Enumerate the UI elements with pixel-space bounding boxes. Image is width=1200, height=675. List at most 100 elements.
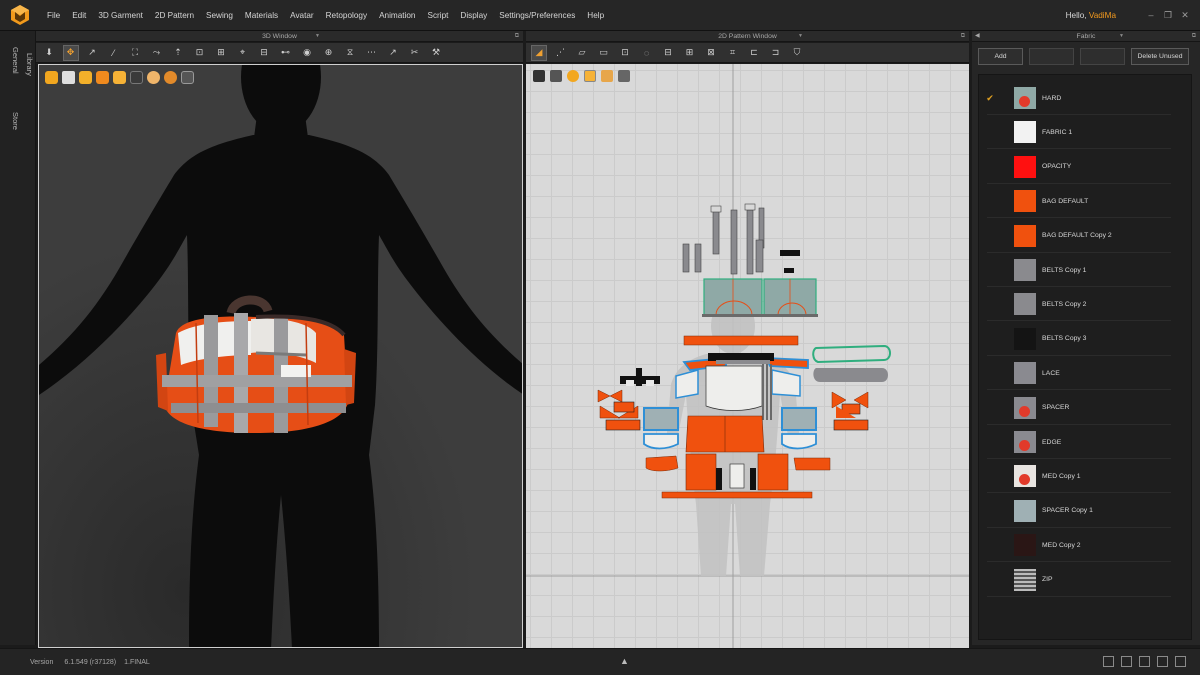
trim-icon[interactable]: ⚒: [428, 45, 444, 61]
fabric-item[interactable]: BELTS Copy 2: [979, 287, 1189, 322]
rectangle-icon[interactable]: ▭: [596, 45, 612, 61]
chevron-down-icon[interactable]: ▼: [315, 31, 320, 42]
chevron-down-icon[interactable]: ▼: [1119, 31, 1124, 42]
minimize-icon[interactable]: –: [1144, 9, 1158, 21]
fabric-item[interactable]: BAG DEFAULT: [979, 184, 1189, 219]
menu-settings[interactable]: Settings/Preferences: [493, 11, 581, 20]
layout-tshirt-icon[interactable]: [1157, 656, 1168, 667]
avatar-measure-icon[interactable]: ⊕: [321, 45, 337, 61]
circle-icon[interactable]: ◌: [639, 45, 655, 61]
cut-icon[interactable]: ✂: [407, 45, 423, 61]
tab-library[interactable]: Library: [25, 53, 34, 76]
popout-icon[interactable]: ⧉: [515, 31, 519, 42]
fold-arrangement-icon[interactable]: ⊠: [703, 45, 719, 61]
edit-point-icon[interactable]: ⋰: [553, 45, 569, 61]
line-icon[interactable]: ⋯: [364, 45, 380, 61]
edit-sewing-icon[interactable]: ⊐: [768, 45, 784, 61]
polygon-icon[interactable]: ▱: [574, 45, 590, 61]
menu-sewing[interactable]: Sewing: [200, 11, 239, 20]
export-view-icon[interactable]: [618, 70, 630, 82]
pattern-view-icon[interactable]: [533, 70, 545, 82]
export-icon[interactable]: [181, 71, 194, 84]
zipper-icon[interactable]: ⧖: [342, 45, 358, 61]
layout-avatar-icon[interactable]: [1175, 656, 1186, 667]
tab-general[interactable]: General: [11, 47, 20, 74]
menu-display[interactable]: Display: [454, 11, 493, 20]
popout-icon[interactable]: ⧉: [961, 31, 965, 42]
menu-3d-garment[interactable]: 3D Garment: [92, 11, 149, 20]
fabric-item[interactable]: FABRIC 1: [979, 115, 1189, 150]
delete-unused-button[interactable]: Delete Unused: [1131, 48, 1189, 65]
free-sewing-icon[interactable]: ⊞: [682, 45, 698, 61]
user-greeting[interactable]: Hello, VadiMa: [1066, 11, 1116, 20]
menu-help[interactable]: Help: [581, 11, 610, 20]
brush-icon[interactable]: ⁄: [106, 45, 122, 61]
layout-2d-icon[interactable]: [1139, 656, 1150, 667]
close-icon[interactable]: ✕: [1178, 9, 1192, 21]
select-mesh-icon[interactable]: ↗: [84, 45, 100, 61]
view-icon[interactable]: [130, 71, 143, 84]
grain-icon[interactable]: [164, 71, 177, 84]
2d-pattern-viewport[interactable]: [526, 64, 969, 648]
garment-icon[interactable]: ⛶: [127, 45, 143, 61]
menu-script[interactable]: Script: [421, 11, 454, 20]
fabric-item[interactable]: EDGE: [979, 425, 1189, 459]
fabric-item[interactable]: OPACITY: [979, 150, 1189, 184]
avatar-view-icon[interactable]: [601, 70, 613, 82]
menu-edit[interactable]: Edit: [66, 11, 92, 20]
expand-up-icon[interactable]: ▲: [620, 656, 629, 666]
fabric-item[interactable]: SPACER: [979, 391, 1189, 425]
measure-icon[interactable]: ⊞: [213, 45, 229, 61]
fit-icon[interactable]: ⊟: [256, 45, 272, 61]
avatar-display-icon[interactable]: [45, 71, 58, 84]
layout-3d-icon[interactable]: [1103, 656, 1114, 667]
fabric-pin-icon[interactable]: ◀: [975, 31, 980, 42]
texture-view-icon[interactable]: [567, 70, 579, 82]
layer-view-icon[interactable]: [584, 70, 596, 82]
pressure-map-icon[interactable]: [96, 71, 109, 84]
tab-store[interactable]: Store: [11, 112, 20, 130]
fabric-item[interactable]: LACE: [979, 356, 1189, 391]
arrange-icon[interactable]: ⊷: [278, 45, 294, 61]
ruler-icon[interactable]: ⌖: [235, 45, 251, 61]
menu-retopology[interactable]: Retopology: [320, 11, 373, 20]
fabric-item[interactable]: BELTS Copy 3: [979, 322, 1189, 356]
notch-icon[interactable]: ⊏: [746, 45, 762, 61]
chevron-down-icon[interactable]: ▼: [798, 31, 803, 42]
fabric-item[interactable]: ZIP: [979, 563, 1189, 597]
avatar-skin-icon[interactable]: [147, 71, 160, 84]
restore-icon[interactable]: ❐: [1161, 9, 1175, 21]
fabric-item[interactable]: MED Copy 2: [979, 528, 1189, 563]
grading-icon[interactable]: [550, 70, 562, 82]
menu-animation[interactable]: Animation: [373, 11, 421, 20]
add-fabric-button[interactable]: Add: [978, 48, 1023, 65]
internal-polygon-icon[interactable]: ⊡: [617, 45, 633, 61]
move-icon[interactable]: ✥: [62, 44, 79, 61]
fabric-item[interactable]: SPACER Copy 1: [979, 494, 1189, 528]
menu-avatar[interactable]: Avatar: [284, 11, 320, 20]
layout-split-icon[interactable]: [1121, 656, 1132, 667]
tshirt-icon[interactable]: ⛉: [789, 45, 805, 61]
3d-viewport[interactable]: [38, 64, 523, 648]
app-logo-icon[interactable]: [9, 4, 31, 26]
transform-pattern-icon[interactable]: ◢: [531, 44, 547, 61]
bag-3d-model[interactable]: [156, 293, 356, 443]
tack-icon[interactable]: ⊡: [192, 45, 208, 61]
point-icon[interactable]: ◉: [299, 45, 315, 61]
tshirt-display-icon[interactable]: [62, 71, 75, 84]
fabric-item[interactable]: BELTS Copy 1: [979, 253, 1189, 287]
fold-icon[interactable]: ⤳: [149, 45, 165, 61]
needle-icon[interactable]: ↗: [385, 45, 401, 61]
fabric-item[interactable]: MED Copy 1: [979, 459, 1189, 494]
menu-file[interactable]: File: [41, 11, 66, 20]
fabric-item[interactable]: ✔ HARD: [979, 81, 1189, 115]
menu-materials[interactable]: Materials: [239, 11, 284, 20]
pin-icon[interactable]: ⇡: [170, 45, 186, 61]
fabric-item[interactable]: BAG DEFAULT Copy 2: [979, 219, 1189, 253]
segment-sewing-icon[interactable]: ⊟: [660, 45, 676, 61]
pattern-display-icon[interactable]: [113, 71, 126, 84]
texture-display-icon[interactable]: [79, 71, 92, 84]
select-icon[interactable]: ⬇: [41, 45, 57, 61]
trace-icon[interactable]: ⌗: [725, 45, 741, 61]
popout-icon[interactable]: ⧉: [1192, 31, 1196, 42]
